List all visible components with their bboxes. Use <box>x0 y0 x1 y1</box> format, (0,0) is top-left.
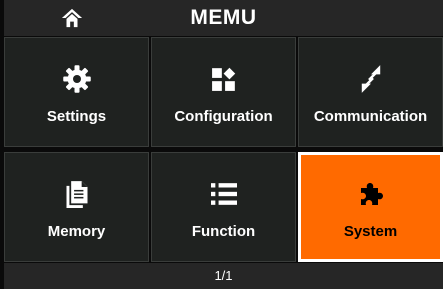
footer-bar: 1/1 <box>4 263 443 289</box>
settings-tile[interactable]: Settings <box>4 37 149 147</box>
menu-grid: Settings Configuration Communication Mem… <box>4 37 443 262</box>
configuration-icon <box>211 67 235 91</box>
system-tile[interactable]: System <box>298 152 443 262</box>
header-bar: MEMU <box>4 0 443 36</box>
memory-label: Memory <box>47 223 106 240</box>
gear-icon <box>62 65 91 93</box>
function-label: Function <box>191 223 256 240</box>
memory-tile[interactable]: Memory <box>4 152 149 262</box>
documents-icon <box>66 181 87 208</box>
configuration-tile[interactable]: Configuration <box>151 37 296 147</box>
screen: MEMU Settings Configuration Communicatio… <box>0 0 443 289</box>
system-label: System <box>343 223 398 240</box>
list-icon <box>210 183 237 205</box>
settings-label: Settings <box>46 108 107 125</box>
puzzle-icon <box>360 183 383 205</box>
configuration-label: Configuration <box>174 108 273 125</box>
home-icon <box>61 8 83 28</box>
function-tile[interactable]: Function <box>151 152 296 262</box>
home-button[interactable] <box>59 6 85 30</box>
communication-tile[interactable]: Communication <box>298 37 443 147</box>
page-indicator: 1/1 <box>214 268 233 283</box>
communication-arrows-icon <box>361 65 380 93</box>
communication-label: Communication <box>313 108 428 125</box>
